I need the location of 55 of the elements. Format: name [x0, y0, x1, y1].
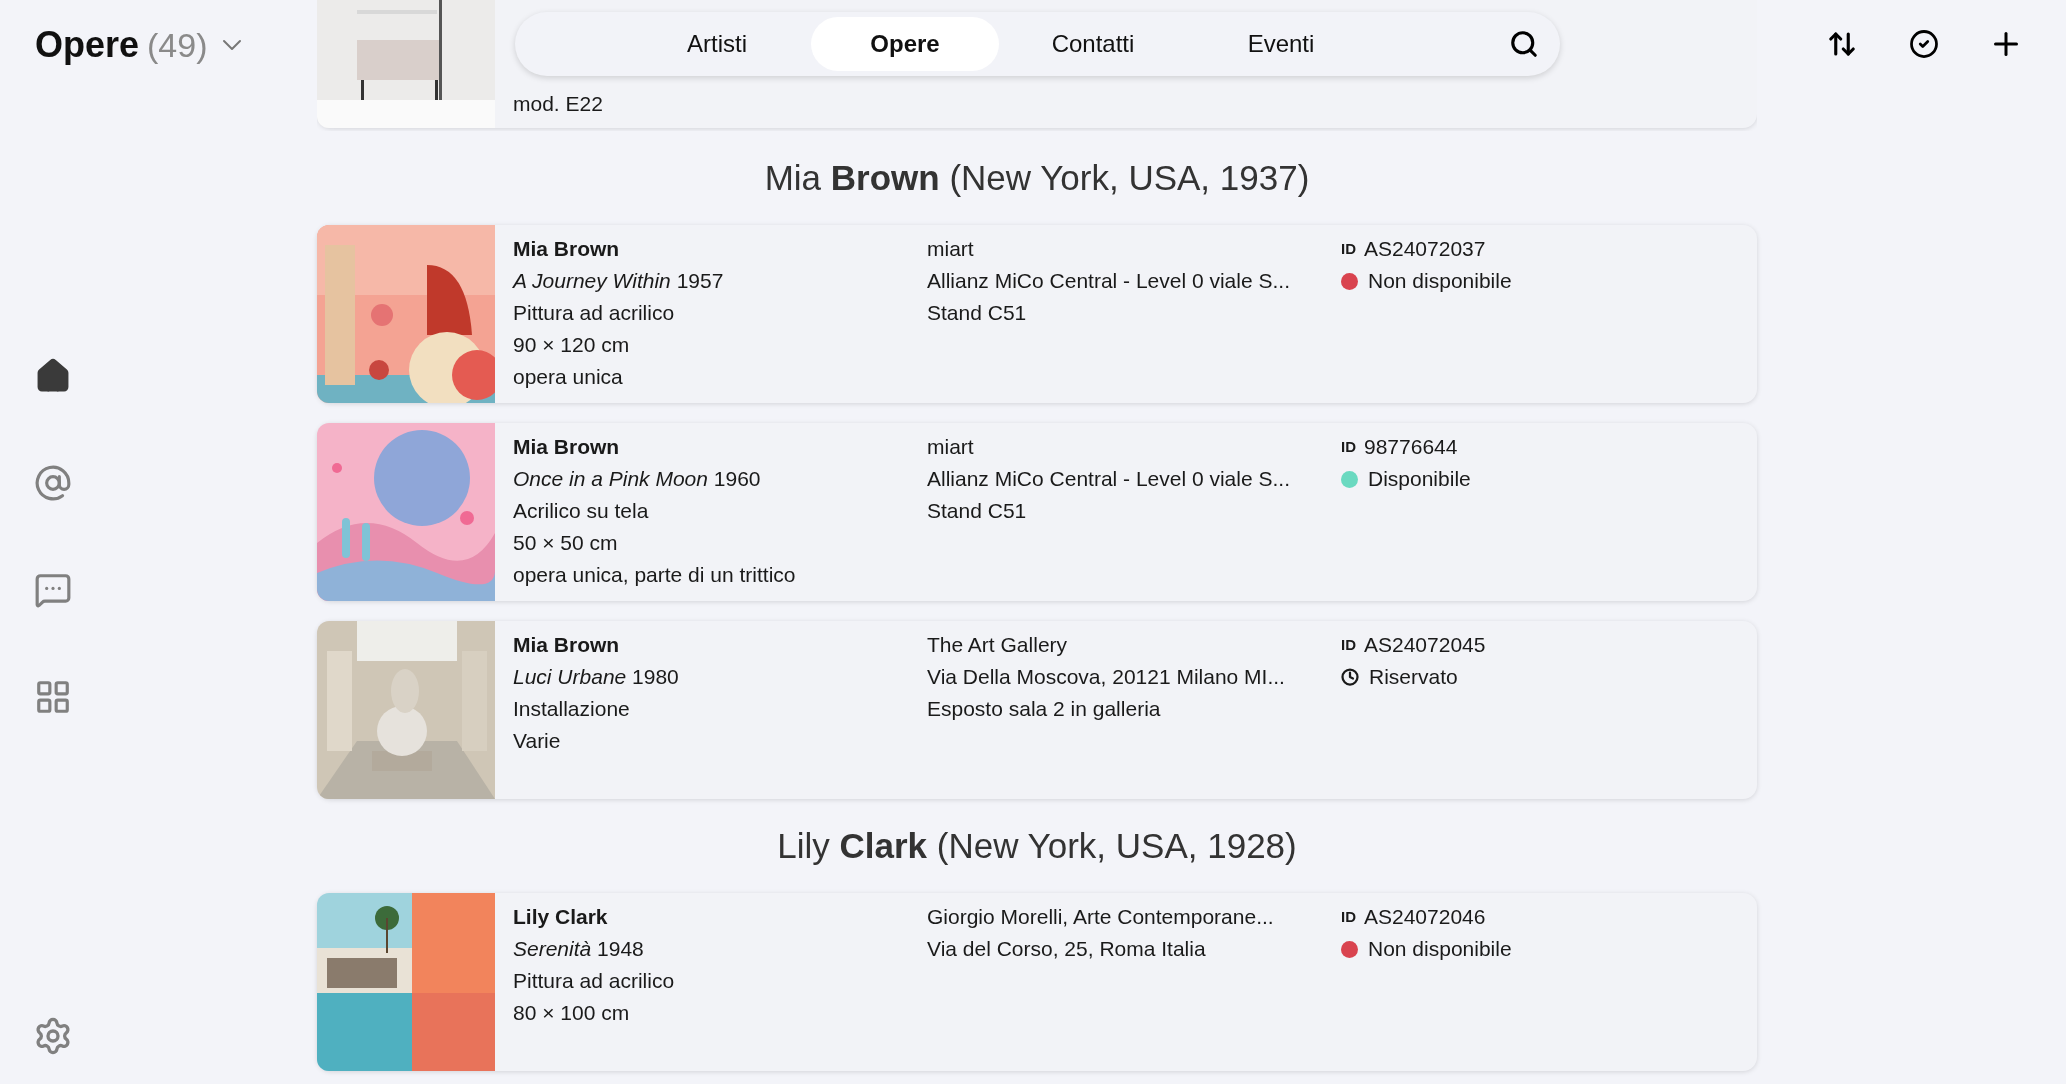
- artwork-detail: Pittura ad acrilico: [513, 300, 676, 326]
- location-text: miart: [927, 236, 975, 262]
- artwork-id: AS24072037: [1364, 236, 1486, 262]
- location-text: Via Della Moscova, 20121 Milano MI...: [927, 664, 1286, 690]
- artwork-detail: Pittura ad acrilico: [513, 968, 676, 994]
- artwork-id: AS24072046: [1364, 904, 1486, 930]
- artwork-detail: Installazione: [513, 696, 631, 722]
- artwork-detail: opera unica: [513, 364, 624, 390]
- id-label: ID: [1341, 437, 1356, 457]
- status-label: Non disponibile: [1368, 936, 1512, 962]
- artwork-title: Luci Urbane 1980: [513, 664, 680, 690]
- artwork-card[interactable]: Mia Brown Luci Urbane 1980 Installazione Varie The Art Gallery Via Della Moscova, 20121 Milano MI... Esposto sala 2 in galleria ID AS24072045 Riservato: [317, 621, 1757, 799]
- artwork-id: AS24072045: [1364, 632, 1486, 658]
- id-label: ID: [1341, 239, 1356, 259]
- location-text: Via del Corso, 25, Roma Italia: [927, 936, 1207, 962]
- artwork-card[interactable]: Mia Brown A Journey Within 1957 Pittura ad acrilico 90 × 120 cm opera unica miart Allianz MiCo Central - Level 0 viale S... Stand C51 ID AS24072037 Non disponibile: [317, 225, 1757, 403]
- artwork-title: A Journey Within 1957: [513, 268, 725, 294]
- status-label: Riservato: [1369, 664, 1458, 690]
- artist-name: Mia Brown: [513, 434, 621, 460]
- location-text: Allianz MiCo Central - Level 0 viale S...: [927, 466, 1291, 492]
- id-label: ID: [1341, 635, 1356, 655]
- artwork-detail: 90 × 120 cm: [513, 332, 631, 358]
- artwork-title: Serenità 1948: [513, 936, 645, 962]
- nav-tab[interactable]: Eventi: [1187, 17, 1375, 71]
- artwork-id: 98776644: [1364, 434, 1458, 460]
- page-title: Opere: [35, 23, 140, 67]
- artwork-detail: mod. E22: [513, 91, 604, 117]
- artist-name: Mia Brown: [513, 236, 621, 262]
- artwork-card[interactable]: Mia Brown Once in a Pink Moon 1960 Acrilico su tela 50 × 50 cm opera unica, parte di un trittico miart Allianz MiCo Central - Level 0 viale S... Stand C51 ID 98776644 Disponibile: [317, 423, 1757, 601]
- id-label: ID: [1341, 907, 1356, 927]
- status-label: Non disponibile: [1368, 268, 1512, 294]
- artwork-detail: 50 × 50 cm: [513, 530, 619, 556]
- location-text: Allianz MiCo Central - Level 0 viale S...: [927, 268, 1291, 294]
- status-label: Disponibile: [1368, 466, 1471, 492]
- artwork-detail: Varie: [513, 728, 562, 754]
- item-count: (49): [147, 24, 208, 66]
- location-text: Giorgio Morelli, Arte Contemporane...: [927, 904, 1275, 930]
- nav-tab[interactable]: Opere: [811, 17, 999, 71]
- artist-name: Mia Brown: [513, 632, 621, 658]
- nav-tab[interactable]: Artisti: [623, 17, 811, 71]
- nav-tab[interactable]: Contatti: [999, 17, 1187, 71]
- artist-heading: Mia Brown (New York, USA, 1937): [764, 156, 1310, 199]
- location-text: miart: [927, 434, 975, 460]
- artwork-card[interactable]: Lily Clark Serenità 1948 Pittura ad acrilico 80 × 100 cm Giorgio Morelli, Arte Contemporane... Via del Corso, 25, Roma Italia ID AS24072046 Non disponibile: [317, 893, 1757, 1071]
- location-text: The Art Gallery: [927, 632, 1069, 658]
- location-text: Esposto sala 2 in galleria: [927, 696, 1162, 722]
- artist-name: Lily Clark: [513, 904, 609, 930]
- artwork-detail: opera unica, parte di un trittico: [513, 562, 797, 588]
- artist-heading: Lily Clark (New York, USA, 1928): [777, 824, 1297, 867]
- location-text: Stand C51: [927, 498, 1028, 524]
- artwork-detail: Acrilico su tela: [513, 498, 650, 524]
- artwork-title: Once in a Pink Moon 1960: [513, 466, 762, 492]
- clock-icon: [1341, 668, 1359, 686]
- location-text: Stand C51: [927, 300, 1028, 326]
- artwork-detail: 80 × 100 cm: [513, 1000, 631, 1026]
